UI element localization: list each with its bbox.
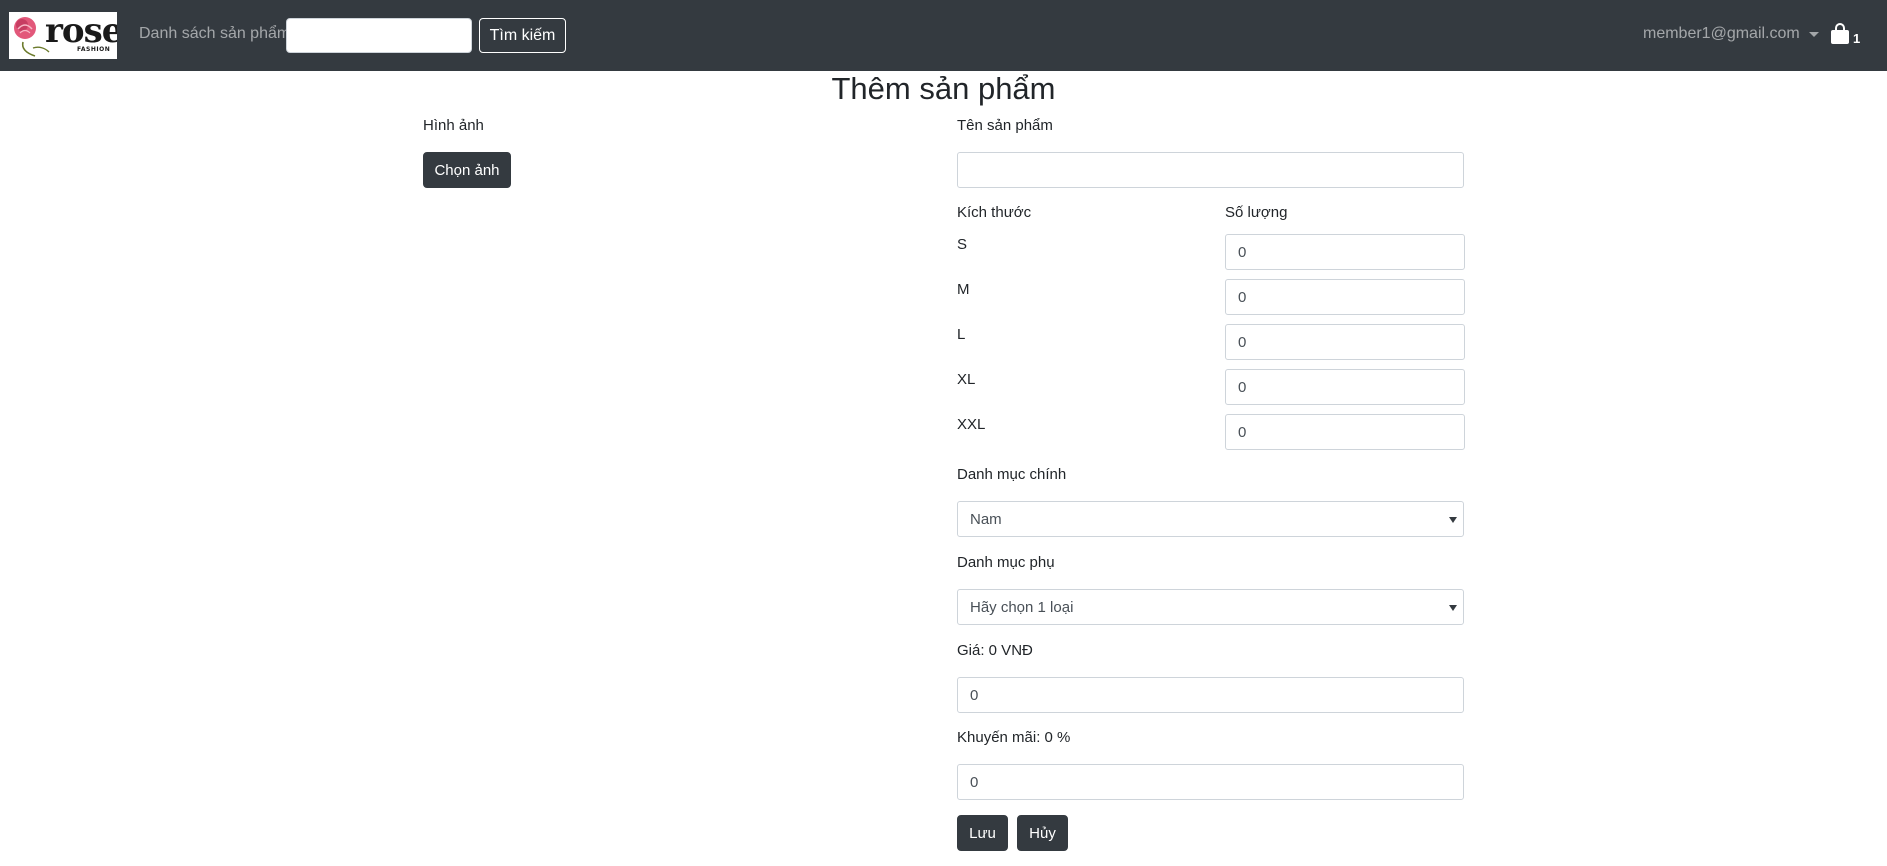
chevron-down-icon xyxy=(1808,31,1819,37)
user-menu-dropdown[interactable]: member1@gmail.com xyxy=(1643,25,1819,43)
save-button[interactable]: Lưu xyxy=(957,815,1008,851)
logo-subtitle: FASHION xyxy=(77,46,111,53)
sub-category-label: Danh mục phụ xyxy=(957,554,1055,571)
chevron-down-icon xyxy=(1449,517,1457,523)
main-category-label: Danh mục chính xyxy=(957,466,1067,483)
user-email: member1@gmail.com xyxy=(1643,25,1800,42)
quantity-input-s[interactable]: 0 xyxy=(1225,234,1465,270)
product-list-link[interactable]: Danh sách sản phẩm xyxy=(139,25,290,43)
quantity-input-xxl[interactable]: 0 xyxy=(1225,414,1465,450)
quantity-column-header: Số lượng xyxy=(1225,204,1288,221)
page-title: Thêm sản phẩm xyxy=(831,71,1056,106)
quantity-input-m[interactable]: 0 xyxy=(1225,279,1465,315)
search-input[interactable] xyxy=(286,18,472,53)
cancel-button[interactable]: Hủy xyxy=(1017,815,1068,851)
search-button[interactable]: Tìm kiếm xyxy=(479,18,566,53)
product-name-input[interactable] xyxy=(957,152,1464,188)
image-label: Hình ảnh xyxy=(423,117,484,134)
choose-image-button[interactable]: Chọn ảnh xyxy=(423,152,511,188)
cart-button[interactable]: 1 xyxy=(1830,23,1860,45)
size-column-header: Kích thước xyxy=(957,204,1032,221)
chevron-down-icon xyxy=(1449,605,1457,611)
size-label-s: S xyxy=(957,236,968,253)
size-label-m: M xyxy=(957,281,970,298)
product-name-label: Tên sản phẩm xyxy=(957,117,1053,134)
main-category-select[interactable]: Nam xyxy=(957,501,1464,537)
discount-label: Khuyến mãi: 0 % xyxy=(957,729,1071,746)
size-label-xxl: XXL xyxy=(957,416,986,433)
sub-category-select[interactable]: Hãy chọn 1 loại xyxy=(957,589,1464,625)
top-navbar: rose FASHION Danh sách sản phẩm Tìm kiếm… xyxy=(0,0,1887,71)
quantity-input-l[interactable]: 0 xyxy=(1225,324,1465,360)
price-label: Giá: 0 VNĐ xyxy=(957,642,1033,659)
brand-logo[interactable]: rose FASHION xyxy=(9,12,117,59)
sub-category-value: Hãy chọn 1 loại xyxy=(970,598,1074,616)
size-label-l: L xyxy=(957,326,966,343)
quantity-input-xl[interactable]: 0 xyxy=(1225,369,1465,405)
shopping-bag-icon xyxy=(1831,23,1849,44)
size-label-xl: XL xyxy=(957,371,976,388)
cart-count-badge: 1 xyxy=(1853,31,1861,46)
main-category-value: Nam xyxy=(970,510,1002,528)
logo-wordmark: rose xyxy=(45,12,117,51)
discount-input[interactable]: 0 xyxy=(957,764,1464,800)
price-input[interactable]: 0 xyxy=(957,677,1464,713)
